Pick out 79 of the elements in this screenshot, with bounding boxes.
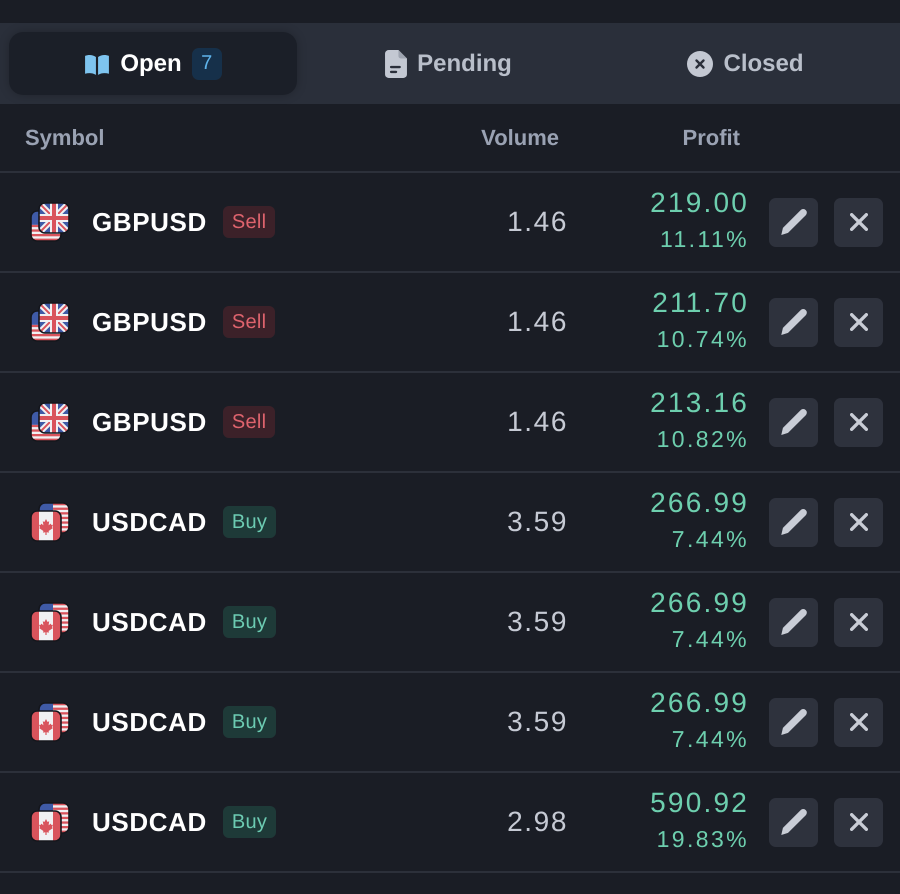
volume-text: 1.46 (507, 206, 568, 238)
volume-text: 3.59 (507, 606, 568, 638)
profit-percent: 11.11% (660, 225, 749, 254)
edit-button[interactable] (769, 698, 818, 746)
close-circle-icon (687, 50, 714, 76)
pencil-icon (780, 709, 806, 735)
close-icon (850, 613, 868, 631)
edit-button[interactable] (769, 298, 818, 346)
profit-percent: 10.74% (656, 325, 749, 354)
close-icon (850, 513, 868, 531)
profit-percent: 7.44% (672, 625, 749, 654)
symbol-text: USDCAD (92, 806, 207, 838)
close-icon (850, 213, 868, 231)
side-badge: Buy (222, 806, 276, 838)
symbol-text: USDCAD (92, 506, 207, 538)
profit-amount: 213.16 (650, 386, 749, 420)
symbol-text: GBPUSD (92, 406, 207, 438)
close-button[interactable] (834, 398, 883, 446)
flag-pair-icon (30, 502, 70, 542)
close-icon (850, 713, 868, 731)
symbol-text: GBPUSD (92, 206, 207, 238)
flag-pair-icon (30, 202, 70, 242)
profit-percent: 7.44% (672, 725, 749, 754)
tab[interactable]: Pending (303, 32, 594, 95)
side-badge: Sell (222, 306, 276, 338)
column-header: Symbol (25, 124, 104, 150)
count-badge: 7 (192, 48, 222, 80)
close-icon (850, 313, 868, 331)
pencil-icon (780, 309, 806, 335)
close-button[interactable] (834, 598, 883, 646)
close-button[interactable] (834, 298, 883, 346)
profit-percent: 10.82% (656, 425, 749, 454)
flag-pair-icon (30, 602, 70, 642)
pencil-icon (780, 509, 806, 535)
close-icon (850, 813, 868, 831)
volume-text: 2.98 (507, 806, 568, 838)
close-button[interactable] (834, 798, 883, 846)
close-button[interactable] (834, 698, 883, 746)
column-header: Profit (682, 124, 740, 150)
side-badge: Buy (222, 606, 276, 638)
edit-button[interactable] (769, 598, 818, 646)
symbol-text: USDCAD (92, 606, 207, 638)
close-button[interactable] (834, 198, 883, 246)
pencil-icon (780, 209, 806, 235)
edit-button[interactable] (769, 798, 818, 846)
profit-amount: 266.99 (650, 686, 749, 720)
document-icon (385, 50, 408, 78)
edit-button[interactable] (769, 498, 818, 546)
flag-pair-icon (30, 702, 70, 742)
volume-text: 3.59 (507, 506, 568, 538)
pencil-icon (780, 409, 806, 435)
profit-percent: 7.44% (672, 525, 749, 554)
profit-amount: 266.99 (650, 486, 749, 520)
volume-text: 1.46 (507, 406, 568, 438)
flag-pair-icon (30, 402, 70, 442)
volume-text: 3.59 (507, 706, 568, 738)
pencil-icon (780, 809, 806, 835)
flag-pair-icon (30, 302, 70, 342)
side-badge: Buy (222, 506, 276, 538)
profit-amount: 590.92 (650, 786, 749, 820)
side-badge: Sell (222, 206, 276, 238)
profit-amount: 219.00 (650, 186, 749, 220)
close-icon (850, 413, 868, 431)
tab[interactable]: Open 7 (9, 32, 297, 95)
close-button[interactable] (834, 498, 883, 546)
symbol-text: USDCAD (92, 706, 207, 738)
profit-amount: 211.70 (652, 286, 749, 320)
column-header: Volume (481, 124, 559, 150)
edit-button[interactable] (769, 398, 818, 446)
profit-percent: 19.83% (656, 825, 749, 854)
volume-text: 1.46 (507, 306, 568, 338)
side-badge: Sell (222, 406, 276, 438)
symbol-text: GBPUSD (92, 306, 207, 338)
flag-pair-icon (30, 802, 70, 842)
profit-amount: 266.99 (650, 586, 749, 620)
edit-button[interactable] (769, 198, 818, 246)
side-badge: Buy (222, 706, 276, 738)
pencil-icon (780, 609, 806, 635)
tab[interactable]: Closed (600, 32, 891, 95)
